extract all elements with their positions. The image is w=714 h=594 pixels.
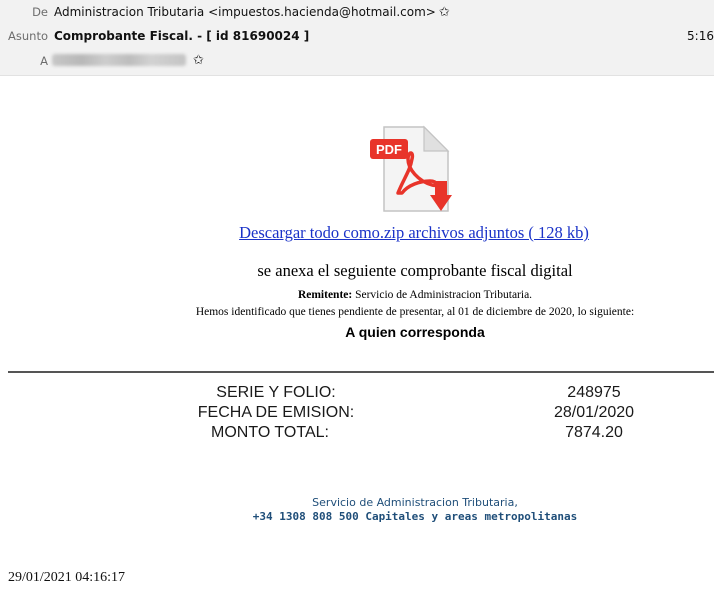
details-table: SERIE Y FOLIO: 248975 FECHA DE EMISION: … bbox=[0, 384, 714, 444]
footer-phone: +34 1308 808 500 Capitales y areas metro… bbox=[252, 510, 578, 523]
email-header: De Administracion Tributaria <impuestos.… bbox=[0, 0, 714, 76]
notice-text: Hemos identificado que tienes pendiente … bbox=[195, 306, 635, 318]
subject-value: Comprobante Fiscal. - [ id 81690024 ] bbox=[54, 29, 310, 43]
divider bbox=[8, 371, 714, 373]
subject-label: Asunto bbox=[8, 29, 48, 43]
detail-value: 7874.20 bbox=[565, 424, 623, 441]
from-value[interactable]: Administracion Tributaria <impuestos.hac… bbox=[54, 2, 450, 23]
sender-label: Remitente: bbox=[297, 289, 353, 301]
detail-label: FECHA DE EMISION: bbox=[197, 404, 355, 421]
footer-org: Servicio de Administracion Tributaria, bbox=[312, 496, 518, 509]
table-row: FECHA DE EMISION: 28/01/2020 bbox=[0, 404, 714, 424]
salutation: A quien corresponda bbox=[345, 324, 485, 340]
from-row: De Administracion Tributaria <impuestos.… bbox=[0, 2, 714, 22]
from-address[interactable]: Administracion Tributaria <impuestos.hac… bbox=[54, 5, 436, 19]
to-address-redacted bbox=[52, 54, 186, 66]
received-timestamp: 29/01/2021 04:16:17 bbox=[8, 570, 126, 585]
detail-label: SERIE Y FOLIO: bbox=[216, 384, 336, 401]
detail-value: 28/01/2020 bbox=[553, 404, 635, 421]
star-icon[interactable]: ✩ bbox=[439, 3, 450, 23]
sender-value: Servicio de Administracion Tributaria. bbox=[352, 289, 533, 301]
detail-value: 248975 bbox=[567, 384, 621, 401]
sender-line: Remitente: Servicio de Administracion Tr… bbox=[0, 289, 714, 301]
star-icon[interactable]: ✩ bbox=[193, 51, 204, 71]
from-label: De bbox=[32, 5, 48, 19]
table-row: SERIE Y FOLIO: 248975 bbox=[0, 384, 714, 404]
to-label: A bbox=[40, 54, 48, 68]
download-zip-link[interactable]: Descargar todo como.zip archivos adjunto… bbox=[0, 223, 714, 243]
to-row: A ✩ bbox=[0, 51, 714, 71]
subject-row: Asunto Comprobante Fiscal. - [ id 816900… bbox=[0, 26, 714, 46]
pdf-badge-label: PDF bbox=[376, 142, 402, 157]
pdf-file-icon[interactable]: PDF bbox=[368, 123, 462, 217]
time: 5:16 bbox=[687, 29, 714, 43]
detail-label: MONTO TOTAL: bbox=[211, 424, 329, 441]
intro-text: se anexa el seguiente comprobante fiscal… bbox=[257, 261, 573, 280]
table-row: MONTO TOTAL: 7874.20 bbox=[0, 424, 714, 444]
